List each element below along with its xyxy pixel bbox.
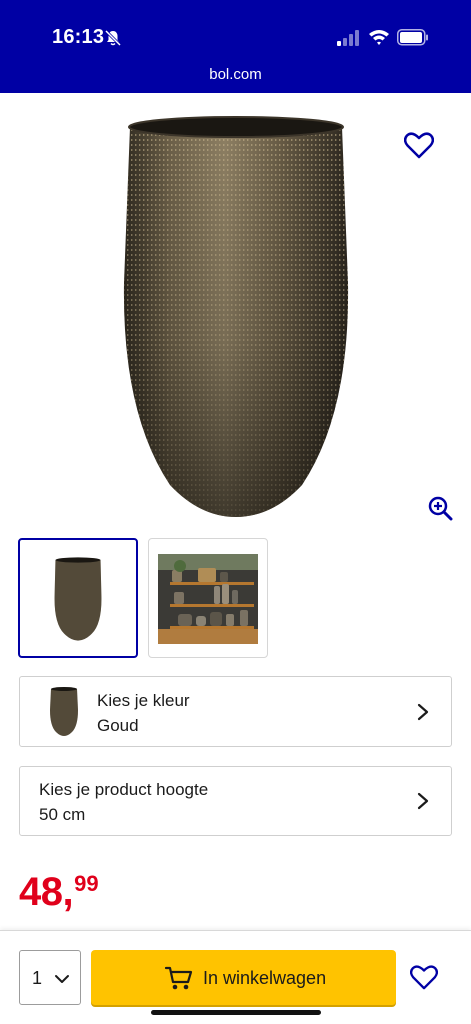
top-bar: 16:13 bol.com <box>0 0 471 93</box>
status-time: 16:13 <box>52 26 105 48</box>
wifi-icon <box>369 30 389 45</box>
thumbnail-vase-image <box>54 557 102 641</box>
bell-slash-icon <box>104 29 122 47</box>
price-integer: 48, <box>19 870 74 914</box>
height-selector[interactable]: Kies je product hoogte 50 cm <box>19 766 452 836</box>
product-price: 48, 99 <box>19 870 99 914</box>
battery-icon <box>397 29 428 46</box>
chevron-right-icon <box>417 792 429 810</box>
zoom-in-icon[interactable] <box>427 495 453 521</box>
bottom-action-bar: 1 In winkelwagen <box>0 930 471 1024</box>
height-selector-value: 50 cm <box>39 805 86 824</box>
url-text[interactable]: bol.com <box>0 66 471 83</box>
thumbnail-vase[interactable] <box>18 538 138 658</box>
color-selector[interactable]: Kies je kleur Goud <box>19 676 452 747</box>
color-swatch-thumbnail <box>50 687 78 736</box>
favorite-heart-icon[interactable] <box>404 131 434 159</box>
quantity-value: 1 <box>32 968 43 988</box>
add-to-cart-label: In winkelwagen <box>203 968 327 988</box>
color-selector-label: Kies je kleur <box>97 691 190 710</box>
color-selector-value: Goud <box>97 716 139 735</box>
thumbnail-shelf-scene[interactable] <box>148 538 268 658</box>
product-image <box>123 116 349 517</box>
add-to-cart-button[interactable]: In winkelwagen <box>91 950 396 1005</box>
favorite-heart-icon[interactable] <box>410 964 438 990</box>
price-decimal: 99 <box>74 871 99 896</box>
quantity-select[interactable]: 1 <box>19 950 81 1005</box>
shopping-cart-icon <box>164 966 193 990</box>
product-image-gallery[interactable] <box>0 93 471 530</box>
chevron-down-icon <box>55 975 69 983</box>
signal-icon <box>337 30 359 46</box>
home-indicator <box>151 1010 321 1015</box>
height-selector-label: Kies je product hoogte <box>39 780 209 799</box>
chevron-right-icon <box>417 703 429 721</box>
thumbnail-shelf-image <box>158 554 258 644</box>
